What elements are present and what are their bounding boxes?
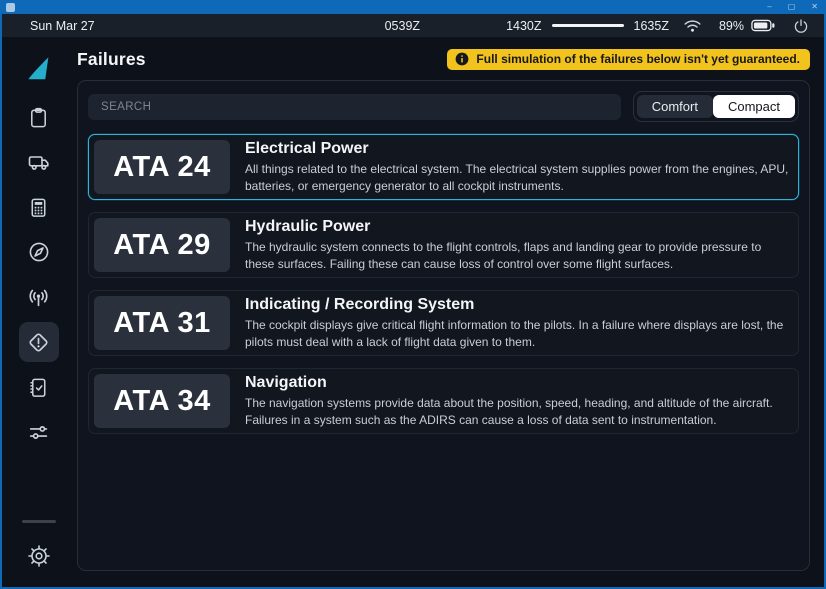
sidebar-item-ground-services[interactable] — [19, 142, 59, 182]
ata-code-badge: ATA 24 — [94, 140, 230, 194]
warning-diamond-icon — [26, 330, 51, 355]
ata-code-badge: ATA 34 — [94, 374, 230, 428]
airline-tailfin-logo — [19, 49, 59, 87]
status-departure-time: 1430Z — [506, 19, 541, 33]
card-description: The hydraulic system connects to the fli… — [245, 239, 793, 272]
gear-icon — [27, 544, 51, 568]
page-title: Failures — [77, 49, 146, 70]
main-content: Failures Full simulation of the failures… — [75, 37, 824, 587]
sidebar — [2, 37, 75, 587]
calculator-icon — [27, 196, 50, 219]
card-title: Electrical Power — [245, 140, 793, 158]
os-titlebar: – ▢ ✕ — [0, 0, 826, 14]
search-input[interactable] — [88, 94, 621, 120]
app-icon — [6, 3, 15, 12]
maximize-button[interactable]: ▢ — [788, 3, 796, 11]
failure-card-ata24[interactable]: ATA 24 Electrical Power All things relat… — [88, 134, 799, 200]
warning-banner: Full simulation of the failures below is… — [447, 49, 810, 70]
close-button[interactable]: ✕ — [811, 3, 818, 11]
sliders-icon — [26, 420, 51, 445]
sidebar-item-failures[interactable] — [19, 322, 59, 362]
flight-progress-bar — [552, 24, 624, 27]
truck-icon — [27, 150, 51, 174]
failures-panel: Comfort Compact ATA 24 Electrical Power … — [77, 80, 810, 571]
status-date: Sun Mar 27 — [30, 19, 95, 33]
compass-icon — [27, 240, 51, 264]
battery-icon — [751, 19, 775, 32]
app-window: – ▢ ✕ Sun Mar 27 0539Z 1430Z 1635Z 89% — [0, 0, 826, 589]
card-description: The cockpit displays give critical fligh… — [245, 317, 793, 350]
card-title: Hydraulic Power — [245, 218, 793, 236]
card-title: Indicating / Recording System — [245, 296, 793, 314]
comfort-view-button[interactable]: Comfort — [637, 95, 713, 118]
minimize-button[interactable]: – — [767, 3, 771, 11]
antenna-icon — [26, 285, 51, 310]
info-icon — [455, 52, 469, 66]
status-bar: Sun Mar 27 0539Z 1430Z 1635Z 89% — [2, 14, 824, 37]
sidebar-item-calculator[interactable] — [19, 187, 59, 227]
view-toggle-group: Comfort Compact — [633, 91, 799, 122]
card-description: All things related to the electrical sys… — [245, 161, 793, 194]
sidebar-item-checklists[interactable] — [19, 367, 59, 407]
failure-card-ata34[interactable]: ATA 34 Navigation The navigation systems… — [88, 368, 799, 434]
failure-card-ata31[interactable]: ATA 31 Indicating / Recording System The… — [88, 290, 799, 356]
sidebar-item-clipboard[interactable] — [19, 97, 59, 137]
failure-card-ata29[interactable]: ATA 29 Hydraulic Power The hydraulic sys… — [88, 212, 799, 278]
card-description: The navigation systems provide data abou… — [245, 395, 793, 428]
wifi-icon — [683, 18, 702, 33]
compact-view-button[interactable]: Compact — [713, 95, 795, 118]
warning-banner-text: Full simulation of the failures below is… — [476, 52, 800, 66]
sidebar-item-sim-options[interactable] — [19, 412, 59, 452]
card-title: Navigation — [245, 374, 793, 392]
clipboard-icon — [27, 106, 50, 129]
ata-code-badge: ATA 29 — [94, 218, 230, 272]
power-icon[interactable] — [793, 18, 809, 34]
sidebar-divider — [22, 520, 56, 523]
sidebar-item-navigation[interactable] — [19, 232, 59, 272]
checklist-icon — [27, 376, 50, 399]
sidebar-item-radio[interactable] — [19, 277, 59, 317]
battery-percent: 89% — [719, 19, 744, 33]
status-current-time: 0539Z — [385, 19, 420, 33]
status-arrival-time: 1635Z — [634, 19, 669, 33]
ata-code-badge: ATA 31 — [94, 296, 230, 350]
sidebar-item-settings[interactable] — [19, 536, 59, 576]
failure-category-list: ATA 24 Electrical Power All things relat… — [88, 134, 799, 434]
